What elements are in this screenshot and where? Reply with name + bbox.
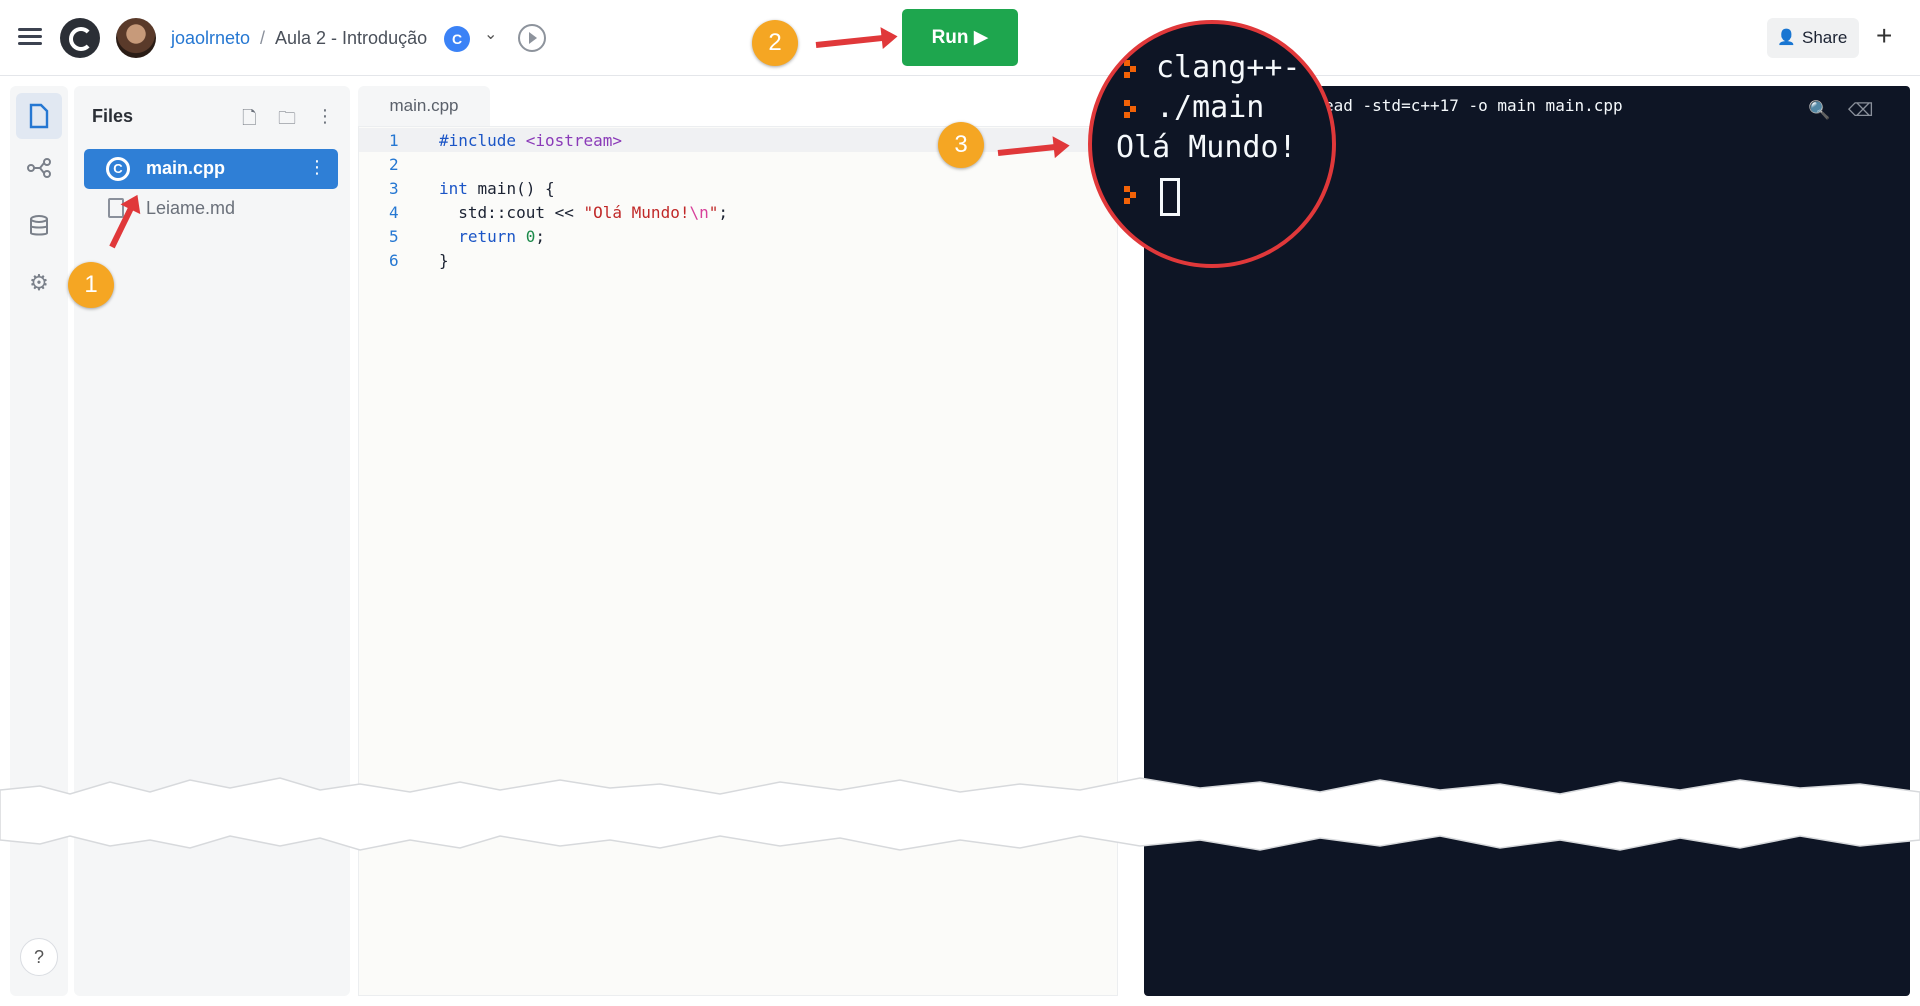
line-number: 3 [389,179,399,198]
cpp-file-icon: C [106,157,130,181]
new-folder-icon[interactable]: 🗀 [278,106,296,136]
file-options-icon[interactable]: ⋮ [308,157,326,178]
clear-console-icon[interactable]: ⌫ [1848,100,1873,121]
replit-logo[interactable] [60,18,100,58]
torn-paper-overlay [0,777,1920,851]
line-number: 5 [389,227,399,246]
git-branch-icon[interactable] [26,158,52,184]
prompt-icon [1124,100,1140,118]
history-icon[interactable] [518,24,546,52]
file-name: Leiame.md [146,198,236,218]
terminal-cursor [1160,178,1180,216]
zoom-line: Olá Mundo! [1116,130,1297,165]
language-badge[interactable]: C [444,26,470,52]
search-icon[interactable]: 🔍 [1808,100,1830,121]
tab-main-cpp[interactable]: main.cpp [358,86,490,126]
menu-icon[interactable] [18,28,42,46]
database-icon[interactable] [26,214,52,240]
share-button[interactable]: 👤 Share [1767,18,1859,58]
share-label: Share [1802,28,1848,47]
editor-tabs: main.cpp [358,86,1118,126]
more-options-icon[interactable]: ⋮ [316,106,334,127]
code-line: #include <iostream> [439,131,623,150]
code-line: return 0; [458,227,545,246]
file-item-main-cpp[interactable]: C main.cpp ⋮ [84,149,338,189]
code-line: int main() { [439,179,555,198]
breadcrumb-separator: / [260,28,266,48]
annotation-badge-1: 1 [68,262,114,308]
code-line: } [439,251,449,270]
prompt-icon [1124,60,1140,78]
annotation-badge-2: 2 [752,20,798,66]
line-number: 4 [389,203,399,222]
new-file-icon[interactable]: 🗋 [242,106,256,136]
files-title: Files [92,106,134,126]
top-bar: joaolrneto / Aula 2 - Introdução C ⌄ Run… [0,0,1920,76]
file-name: main.cpp [146,158,226,178]
run-button[interactable]: Run ▶ [902,9,1018,66]
add-person-icon: 👤 [1777,29,1796,46]
console-command: ead -std=c++17 -o main main.cpp [1324,96,1623,115]
line-number: 1 [389,131,399,150]
zoom-line: ./main [1156,90,1265,125]
gear-icon[interactable]: ⚙ [26,270,52,296]
help-button[interactable]: ? [20,938,58,976]
console-zoom-callout: clang++- ./main Olá Mundo! [1088,20,1336,268]
line-number: 6 [389,251,399,270]
code-line: std::cout << "Olá Mundo!\n"; [439,203,729,222]
line-number: 2 [389,155,399,174]
repl-title[interactable]: Aula 2 - Introdução [275,27,427,49]
prompt-icon [1124,186,1140,204]
file-icon[interactable] [26,103,52,129]
add-icon[interactable]: + [1876,20,1892,52]
chevron-down-icon[interactable]: ⌄ [484,24,497,44]
breadcrumb-user[interactable]: joaolrneto [171,27,250,49]
avatar[interactable] [116,18,156,58]
annotation-badge-3: 3 [938,122,984,168]
zoom-line: clang++- [1156,50,1301,85]
